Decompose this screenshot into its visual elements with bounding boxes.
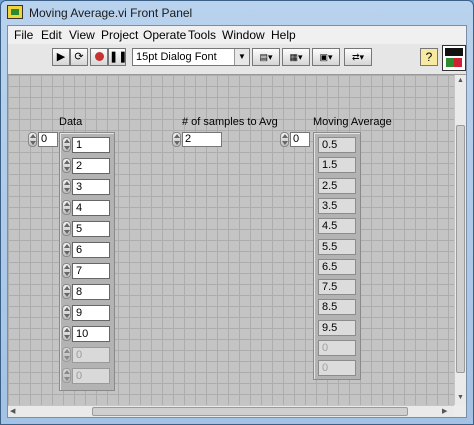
toolbar: ▶ ⟳ ❚❚ 15pt Dialog Font ▼ ▤▾ ▦▾ ▣▾ ⇄▾ ?: [8, 44, 466, 75]
data-element-value[interactable]: 4: [72, 200, 110, 216]
data-element-value[interactable]: 7: [72, 263, 110, 279]
data-label: Data: [59, 116, 83, 128]
horizontal-scrollbar[interactable]: ◀ ▶: [8, 405, 454, 417]
moving-average-element-value: 6.5: [318, 258, 356, 275]
horizontal-scroll-thumb[interactable]: [92, 407, 408, 416]
data-element-spinner[interactable]: [62, 179, 71, 194]
font-select[interactable]: 15pt Dialog Font ▼: [132, 48, 250, 66]
font-select-label: 15pt Dialog Font: [136, 51, 217, 63]
moving-average-index-control[interactable]: 0: [280, 132, 312, 147]
labview-app-icon: [7, 5, 23, 19]
window-title: Moving Average.vi Front Panel: [29, 6, 193, 20]
moving-average-element-value: 7.5: [318, 279, 356, 296]
data-element-spinner[interactable]: [62, 158, 71, 173]
scroll-down-icon[interactable]: ▼: [457, 393, 464, 403]
data-element-spinner[interactable]: [62, 305, 71, 320]
scroll-right-icon[interactable]: ▶: [442, 407, 447, 417]
labview-window: Moving Average.vi Front Panel File Edit …: [0, 0, 474, 425]
samples-label: # of samples to Avg: [182, 116, 278, 128]
moving-average-index-increment-decrement[interactable]: [280, 132, 289, 147]
scroll-left-icon[interactable]: ◀: [10, 407, 15, 417]
data-element-spinner[interactable]: [62, 137, 71, 152]
moving-average-element-value: 8.5: [318, 299, 356, 316]
moving-average-index-value[interactable]: 0: [290, 132, 310, 147]
data-element-value[interactable]: 6: [72, 242, 110, 258]
reorder-icon[interactable]: ⇄▾: [344, 48, 372, 66]
moving-average-element-value: 9.5: [318, 319, 356, 336]
data-element-spinner[interactable]: [62, 242, 71, 257]
moving-average-element-value: 1.5: [318, 157, 356, 174]
moving-average-element-value: 0: [318, 360, 356, 377]
data-element-spinner[interactable]: [62, 368, 71, 383]
moving-average-array-frame: 0.5 1.5 2.5 3.5 4.5 5.5 6.5 7.5 8.5 9.5 0 0: [313, 132, 361, 380]
data-array-frame: 1 2 3 4 5 6 7 8 9 10 0 0: [59, 132, 115, 391]
vertical-scroll-thumb[interactable]: [456, 125, 465, 373]
data-element-spinner[interactable]: [62, 326, 71, 341]
data-element-value[interactable]: 3: [72, 179, 110, 195]
menu-window[interactable]: Window: [222, 28, 265, 42]
menu-file[interactable]: File: [14, 28, 33, 42]
menu-tools[interactable]: Tools: [188, 28, 216, 42]
data-element-spinner[interactable]: [62, 221, 71, 236]
run-arrow-icon[interactable]: ▶: [52, 48, 70, 66]
align-objects-icon[interactable]: ▤▾: [252, 48, 280, 66]
data-element-spinner[interactable]: [62, 284, 71, 299]
samples-increment-decrement[interactable]: [172, 132, 181, 147]
data-element-spinner[interactable]: [62, 347, 71, 362]
moving-average-element-value: 0.5: [318, 137, 356, 153]
samples-numeric-control[interactable]: 2: [172, 132, 224, 147]
data-element-value[interactable]: 0: [72, 347, 110, 363]
samples-value[interactable]: 2: [182, 132, 222, 147]
context-help-icon[interactable]: ?: [420, 48, 438, 66]
data-element-value[interactable]: 2: [72, 158, 110, 174]
front-panel-canvas: Data 0 1 2 3 4 5 6 7 8 9 10 0 0 # of samples to Avg…: [8, 75, 454, 405]
data-index-control[interactable]: 0: [28, 132, 60, 147]
vertical-scrollbar[interactable]: ▲ ▼: [454, 75, 466, 405]
data-index-increment-decrement[interactable]: [28, 132, 37, 147]
menu-operate[interactable]: Operate: [143, 28, 186, 42]
data-element-value[interactable]: 5: [72, 221, 110, 237]
menu-project[interactable]: Project: [101, 28, 138, 42]
menu-help[interactable]: Help: [271, 28, 296, 42]
moving-average-element-value: 3.5: [318, 197, 356, 214]
title-bar[interactable]: Moving Average.vi Front Panel: [1, 1, 473, 25]
moving-average-element-value: 2.5: [318, 177, 356, 194]
menu-bar: File Edit View Project Operate Tools Win…: [8, 26, 466, 44]
data-element-spinner[interactable]: [62, 200, 71, 215]
data-index-value[interactable]: 0: [38, 132, 58, 147]
resize-objects-icon[interactable]: ▣▾: [312, 48, 340, 66]
moving-average-element-value: 5.5: [318, 238, 356, 255]
scroll-up-icon[interactable]: ▲: [457, 76, 464, 86]
front-panel-client: File Edit View Project Operate Tools Win…: [7, 25, 467, 418]
run-continuously-icon[interactable]: ⟳: [70, 48, 88, 66]
vi-icon[interactable]: [442, 45, 466, 71]
moving-average-element-value: 4.5: [318, 218, 356, 235]
chevron-down-icon[interactable]: ▼: [234, 49, 249, 65]
data-element-value[interactable]: 8: [72, 284, 110, 300]
menu-view[interactable]: View: [69, 28, 95, 42]
data-element-value[interactable]: 0: [72, 368, 110, 384]
moving-average-element-value: 0: [318, 340, 356, 356]
data-element-value[interactable]: 9: [72, 305, 110, 321]
data-element-spinner[interactable]: [62, 263, 71, 278]
data-element-value[interactable]: 1: [72, 137, 110, 153]
data-element-value[interactable]: 10: [72, 326, 110, 342]
moving-average-label: Moving Average: [313, 116, 392, 128]
distribute-objects-icon[interactable]: ▦▾: [282, 48, 310, 66]
menu-edit[interactable]: Edit: [41, 28, 62, 42]
abort-icon[interactable]: [90, 48, 108, 66]
pause-icon[interactable]: ❚❚: [108, 48, 127, 66]
